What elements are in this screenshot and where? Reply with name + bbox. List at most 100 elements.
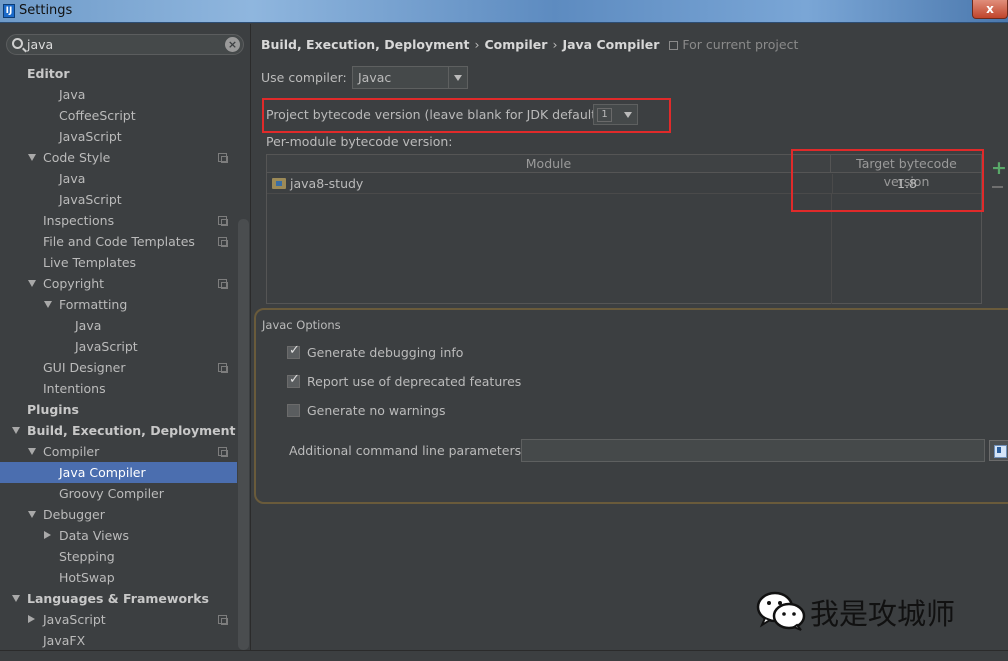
tree-item-label: Intentions [43, 381, 106, 396]
breadcrumb-separator: › [552, 37, 558, 52]
bytecode-version-label: Project bytecode version (leave blank fo… [266, 107, 606, 122]
tree-item-compiler[interactable]: Compiler [0, 441, 237, 462]
tree-item-label: JavaScript [75, 339, 138, 354]
tree-item-inspections[interactable]: Inspections [0, 210, 237, 231]
settings-content: Build, Execution, Deployment › Compiler › Ja… [252, 24, 1008, 650]
tree-item-label: Editor [27, 66, 70, 81]
tree-item-coffeescript[interactable]: CoffeeScript [0, 105, 237, 126]
project-scope-icon [218, 447, 228, 457]
breadcrumb-item: Build, Execution, Deployment [261, 37, 470, 52]
tree-item-intentions[interactable]: Intentions [0, 378, 237, 399]
tree-item-label: CoffeeScript [59, 108, 136, 123]
tree-item-label: JavaScript [43, 612, 106, 627]
tree-item-label: Code Style [43, 150, 111, 165]
tree-item-label: Build, Execution, Deployment [27, 423, 236, 438]
params-input[interactable] [521, 439, 985, 462]
tree-item-code-style[interactable]: Code Style [0, 147, 237, 168]
tree-item-label: Compiler [43, 444, 100, 459]
debug-info-label: Generate debugging info [307, 345, 464, 360]
expand-arrow-down-icon[interactable] [12, 427, 20, 434]
tree-item-gui-designer[interactable]: GUI Designer [0, 357, 237, 378]
tree-item-java[interactable]: Java [0, 84, 237, 105]
tree-item-build-execution-deployment[interactable]: Build, Execution, Deployment [0, 420, 237, 441]
tree-item-javascript[interactable]: JavaScript [0, 609, 237, 630]
tree-item-label: Languages & Frameworks [27, 591, 209, 606]
tree-item-data-views[interactable]: Data Views [0, 525, 237, 546]
tree-item-label: Stepping [59, 549, 115, 564]
sidebar-scrollbar[interactable] [238, 219, 249, 650]
tree-item-groovy-compiler[interactable]: Groovy Compiler [0, 483, 237, 504]
bottom-bar [0, 650, 1008, 661]
group-title: Javac Options [262, 318, 341, 332]
javac-options-group: Javac Options Generate debugging info Re… [254, 308, 1008, 504]
dropdown-button[interactable] [448, 67, 467, 88]
tree-item-label: Debugger [43, 507, 105, 522]
project-scope-icon [218, 279, 228, 289]
column-header-module[interactable]: Module [267, 155, 831, 173]
project-scope-icon [218, 615, 228, 625]
window-title: Settings [19, 3, 73, 18]
expand-arrow-down-icon[interactable] [28, 511, 36, 518]
tree-item-languages-frameworks[interactable]: Languages & Frameworks [0, 588, 237, 609]
tree-item-javafx[interactable]: JavaFX [0, 630, 237, 651]
no-warnings-checkbox[interactable] [287, 404, 300, 417]
remove-icon[interactable] [992, 186, 1003, 188]
tree-item-java[interactable]: Java [0, 168, 237, 189]
wechat-icon [756, 591, 806, 631]
tree-item-java-compiler[interactable]: Java Compiler [0, 462, 237, 483]
search-icon [12, 38, 23, 49]
add-icon[interactable]: + [991, 159, 1007, 178]
expand-arrow-down-icon[interactable] [28, 448, 36, 455]
tree-item-file-and-code-templates[interactable]: File and Code Templates [0, 231, 237, 252]
deprecated-checkbox[interactable] [287, 372, 300, 388]
search-input[interactable]: java [27, 37, 53, 52]
tree-item-javascript[interactable]: JavaScript [0, 189, 237, 210]
tree-item-label: Java [59, 87, 86, 102]
tree-item-label: JavaScript [59, 129, 122, 144]
expand-arrow-right-icon[interactable] [44, 531, 51, 539]
tree-item-formatting[interactable]: Formatting [0, 294, 237, 315]
tree-item-label: Formatting [59, 297, 128, 312]
tree-item-javascript[interactable]: JavaScript [0, 126, 237, 147]
breadcrumb-item: Java Compiler [562, 37, 660, 52]
clear-icon[interactable]: × [225, 37, 240, 52]
search-field[interactable]: java × [6, 34, 244, 55]
per-module-label: Per-module bytecode version: [266, 134, 453, 149]
watermark-text: 我是攻城师 [810, 597, 956, 631]
tree-item-label: Java [59, 171, 86, 186]
settings-tree: Editor Java CoffeeScript JavaScript Code Sty… [0, 63, 237, 651]
bytecode-version-select[interactable]: 1 [593, 104, 638, 125]
chevron-down-icon [624, 112, 632, 118]
expand-arrow-down-icon[interactable] [28, 280, 36, 287]
tree-item-plugins[interactable]: Plugins [0, 399, 237, 420]
close-button[interactable]: x [972, 0, 1008, 19]
breadcrumb-separator: › [474, 37, 480, 52]
tree-item-label: Data Views [59, 528, 129, 543]
tree-item-label: Inspections [43, 213, 115, 228]
module-name: java8-study [290, 176, 364, 191]
tree-item-label: Live Templates [43, 255, 137, 270]
tree-item-editor[interactable]: Editor [0, 63, 237, 84]
use-compiler-select[interactable]: Javac [352, 66, 468, 89]
tree-item-stepping[interactable]: Stepping [0, 546, 237, 567]
project-scope-icon [669, 41, 679, 50]
tree-item-copyright[interactable]: Copyright [0, 273, 237, 294]
tree-item-debugger[interactable]: Debugger [0, 504, 237, 525]
expand-arrow-down-icon[interactable] [44, 301, 52, 308]
tree-item-label: HotSwap [59, 570, 115, 585]
tree-item-label: JavaFX [43, 633, 86, 648]
expand-arrow-down-icon[interactable] [28, 154, 36, 161]
title-bar: IJ Settings x [0, 0, 1008, 23]
expand-editor-button[interactable] [989, 440, 1008, 461]
debug-info-checkbox[interactable] [287, 343, 300, 359]
tree-item-live-templates[interactable]: Live Templates [0, 252, 237, 273]
expand-arrow-down-icon[interactable] [12, 595, 20, 602]
tree-item-label: Java [75, 318, 102, 333]
tree-item-javascript[interactable]: JavaScript [0, 336, 237, 357]
tree-item-label: GUI Designer [43, 360, 126, 375]
expand-arrow-right-icon[interactable] [28, 615, 35, 623]
no-warnings-label: Generate no warnings [307, 403, 446, 418]
tree-item-java[interactable]: Java [0, 315, 237, 336]
tree-item-hotswap[interactable]: HotSwap [0, 567, 237, 588]
breadcrumb: Build, Execution, Deployment › Compiler › Ja… [261, 37, 798, 52]
